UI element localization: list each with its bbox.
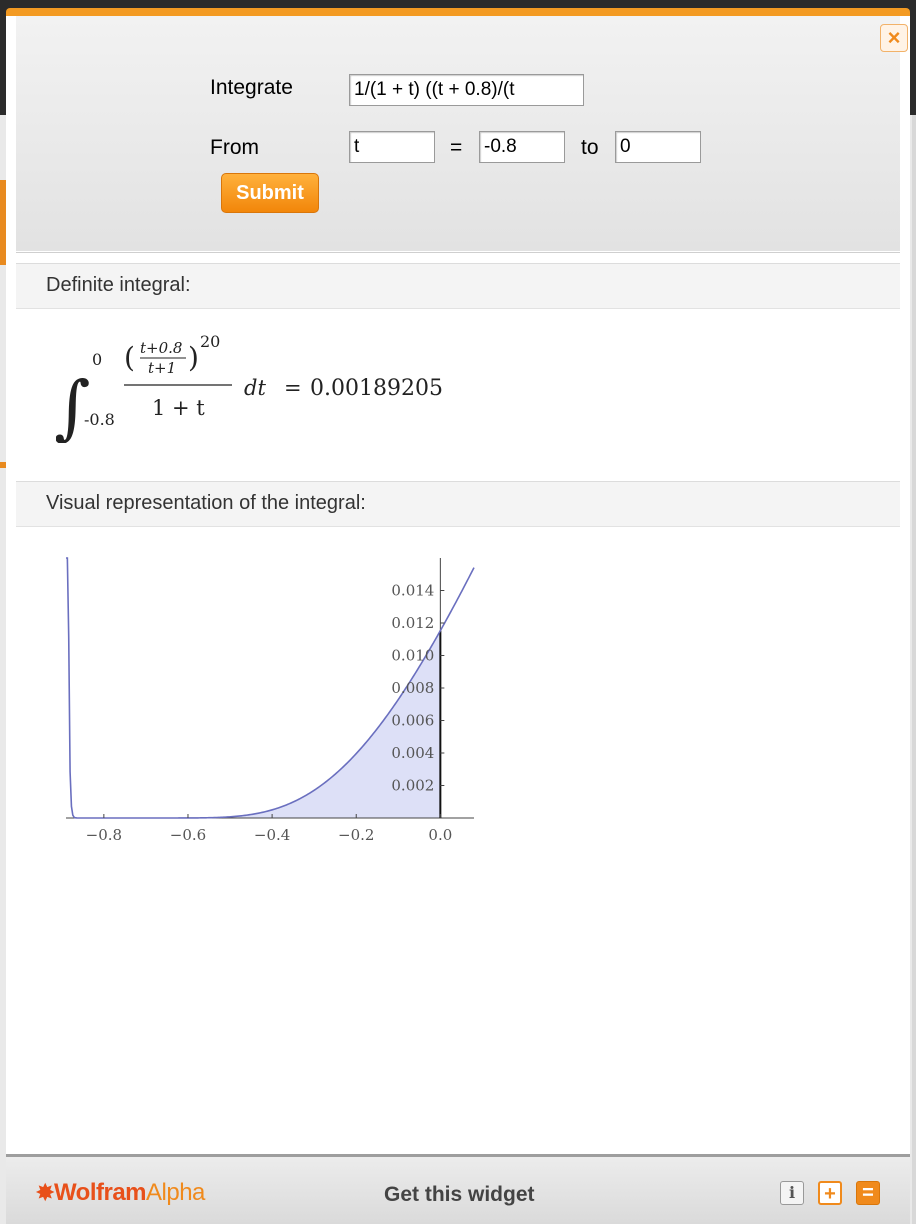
x-tick-label: −0.8	[86, 826, 122, 844]
y-tick-label: 0.014	[391, 582, 434, 600]
integral-plot: −0.8 −0.6 −0.4 −0.2 0.0 0.002 0.004 0.006 0.008 0…	[66, 557, 475, 844]
y-tick-label: 0.008	[391, 679, 434, 697]
exponent: 20	[200, 333, 220, 351]
inner-numerator: t+0.8	[140, 339, 182, 357]
visual-pod-title: Visual representation of the integral:	[16, 481, 900, 527]
visual-heading: Visual representation of the integral:	[46, 492, 366, 514]
background-right-edge	[912, 115, 916, 1224]
integral-form: Integrate 1/(1 + t) ((t + 0.8)/(t From t…	[16, 16, 900, 251]
get-widget-link[interactable]: Get this widget	[384, 1183, 535, 1207]
plus-icon[interactable]: +	[818, 1181, 842, 1205]
results-area: Definite integral: ∫ 0 -0.8 ( t+0.8 t+1 …	[16, 252, 900, 1151]
equals-label: =	[450, 136, 463, 159]
main-denominator: 1 + t	[152, 396, 205, 420]
x-tick-label: 0.0	[428, 826, 452, 844]
y-tick-label: 0.012	[391, 614, 434, 632]
integral-upper-limit: 0	[92, 350, 102, 369]
minimize-icon[interactable]: =	[856, 1181, 880, 1205]
wolfram-widget: Integrate 1/(1 + t) ((t + 0.8)/(t From t…	[6, 8, 910, 1224]
y-tick-label: 0.002	[391, 777, 434, 795]
close-paren: )	[188, 341, 199, 374]
definite-integral-heading: Definite integral:	[46, 274, 191, 296]
submit-button[interactable]: Submit	[221, 173, 319, 213]
lower-limit-input[interactable]: -0.8	[479, 131, 565, 163]
wolfram-alpha-logo[interactable]: ✸WolframAlpha	[36, 1179, 205, 1207]
result-equals: =	[284, 376, 302, 400]
integral-lower-limit: -0.8	[84, 410, 115, 429]
spikey-icon: ✸	[36, 1180, 54, 1205]
upper-limit-input[interactable]: 0	[615, 131, 701, 163]
integrand-input[interactable]: 1/(1 + t) ((t + 0.8)/(t	[349, 74, 584, 106]
to-label: to	[581, 136, 599, 159]
close-icon[interactable]: ×	[880, 24, 908, 52]
open-paren: (	[124, 341, 135, 374]
y-tick-label: 0.010	[391, 647, 434, 665]
definite-integral-pod-title: Definite integral:	[16, 263, 900, 309]
integrate-label: Integrate	[210, 76, 293, 99]
x-tick-label: −0.2	[338, 826, 374, 844]
inner-denominator: t+1	[148, 359, 176, 377]
differential: dt	[244, 376, 266, 400]
brand-main: Wolfram	[53, 1179, 147, 1206]
y-tick-label: 0.006	[391, 712, 434, 730]
widget-footer: ✸WolframAlpha Get this widget i + =	[6, 1154, 910, 1224]
from-label: From	[210, 136, 259, 159]
integral-shaded-area	[103, 630, 441, 818]
result-value: 0.00189205	[310, 376, 443, 401]
integral-sign: ∫	[56, 366, 90, 443]
info-icon[interactable]: i	[780, 1181, 804, 1205]
brand-alpha: Alpha	[146, 1179, 205, 1206]
x-tick-label: −0.6	[170, 826, 206, 844]
integral-formula: ∫ 0 -0.8 ( t+0.8 t+1 ) 20 1 + t dt = 0.0…	[56, 333, 443, 443]
y-tick-label: 0.004	[391, 744, 434, 762]
variable-input[interactable]: t	[349, 131, 435, 163]
x-tick-label: −0.4	[254, 826, 290, 844]
